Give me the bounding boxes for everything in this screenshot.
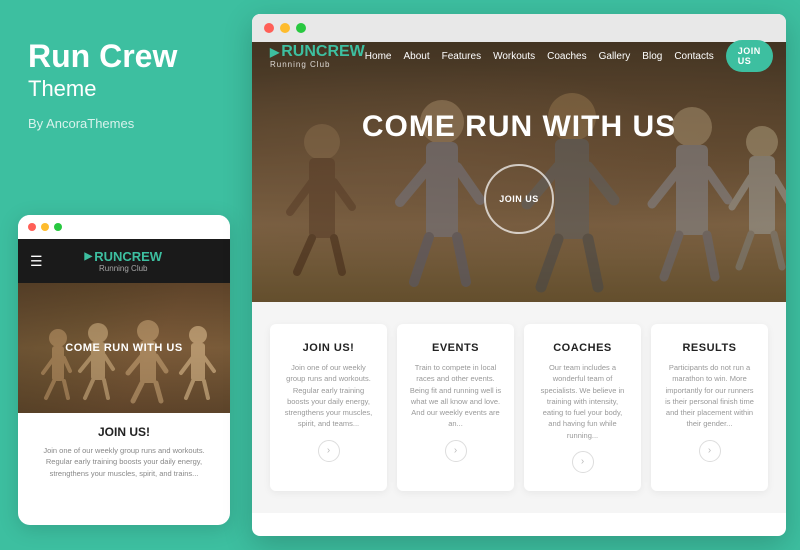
nav-link-features[interactable]: Features [442, 51, 481, 62]
hero-text-container: COME RUN WITH US JOIN US [362, 110, 676, 234]
mobile-join-text: Join one of our weekly group runs and wo… [30, 445, 218, 479]
mobile-join-title: JOIN US! [30, 425, 218, 439]
card-join-text: Join one of our weekly group runs and wo… [282, 362, 375, 430]
mobile-join-section: JOIN US! Join one of our weekly group ru… [18, 413, 230, 491]
nav-link-contacts[interactable]: Contacts [674, 51, 713, 62]
nav-link-gallery[interactable]: Gallery [599, 51, 631, 62]
left-panel: Run Crew Theme By AncoraThemes ☰ ▶ RUNCR… [0, 0, 248, 550]
nav-cta-button[interactable]: JOIN US [726, 40, 773, 72]
nav-link-blog[interactable]: Blog [642, 51, 662, 62]
card-results: RESULTS Participants do not run a marath… [651, 324, 768, 491]
card-events: EVENTS Train to compete in local races a… [397, 324, 514, 491]
card-results-text: Participants do not run a marathon to wi… [663, 362, 756, 430]
browser-content: COME RUN WITH US JOIN US JOIN US! Join o… [252, 42, 786, 536]
mobile-logo: ▶ RUNCREW [84, 249, 162, 264]
brand-subtitle: Theme [28, 76, 220, 102]
card-results-icon[interactable]: › [699, 440, 721, 462]
nav-link-coaches[interactable]: Coaches [547, 51, 586, 62]
card-results-title: RESULTS [663, 342, 756, 354]
hero-join-button[interactable]: JOIN US [484, 164, 554, 234]
mobile-titlebar [18, 215, 230, 239]
cards-section: JOIN US! Join one of our weekly group ru… [252, 302, 786, 513]
site-logo: ▶ RUNCREW Running Club [270, 44, 365, 69]
card-coaches-icon[interactable]: › [572, 451, 594, 473]
mobile-hero-text: COME RUN WITH US [65, 342, 182, 354]
card-events-title: EVENTS [409, 342, 502, 354]
mobile-dot-yellow [41, 223, 49, 231]
card-coaches-text: Our team includes a wonderful team of sp… [536, 362, 629, 441]
site-logo-sub: Running Club [270, 60, 330, 69]
site-nav: ▶ RUNCREW Running Club Home About Featur… [252, 28, 786, 84]
mobile-logo-sub: Running Club [99, 264, 147, 273]
site-nav-links: Home About Features Workouts Coaches Gal… [365, 40, 773, 72]
nav-link-workouts[interactable]: Workouts [493, 51, 535, 62]
logo-arrow-icon: ▶ [270, 46, 279, 58]
mobile-preview: ☰ ▶ RUNCREW Running Club [18, 215, 230, 525]
mobile-nav: ☰ ▶ RUNCREW Running Club [18, 239, 230, 283]
mobile-dot-green [54, 223, 62, 231]
card-coaches: COACHES Our team includes a wonderful te… [524, 324, 641, 491]
site-logo-text: ▶ RUNCREW [270, 44, 365, 60]
nav-link-home[interactable]: Home [365, 51, 392, 62]
mobile-dot-red [28, 223, 36, 231]
hero-title: COME RUN WITH US [362, 110, 676, 144]
card-events-icon[interactable]: › [445, 440, 467, 462]
nav-link-about[interactable]: About [403, 51, 429, 62]
hamburger-icon[interactable]: ☰ [30, 253, 43, 270]
mobile-hero: COME RUN WITH US [18, 283, 230, 413]
brand-title: Run Crew [28, 40, 220, 72]
card-join-title: JOIN US! [282, 342, 375, 354]
brand-by: By AncoraThemes [28, 116, 220, 131]
card-join: JOIN US! Join one of our weekly group ru… [270, 324, 387, 491]
card-events-text: Train to compete in local races and othe… [409, 362, 502, 430]
card-coaches-title: COACHES [536, 342, 629, 354]
browser-window: COME RUN WITH US JOIN US JOIN US! Join o… [252, 14, 786, 536]
card-join-icon[interactable]: › [318, 440, 340, 462]
